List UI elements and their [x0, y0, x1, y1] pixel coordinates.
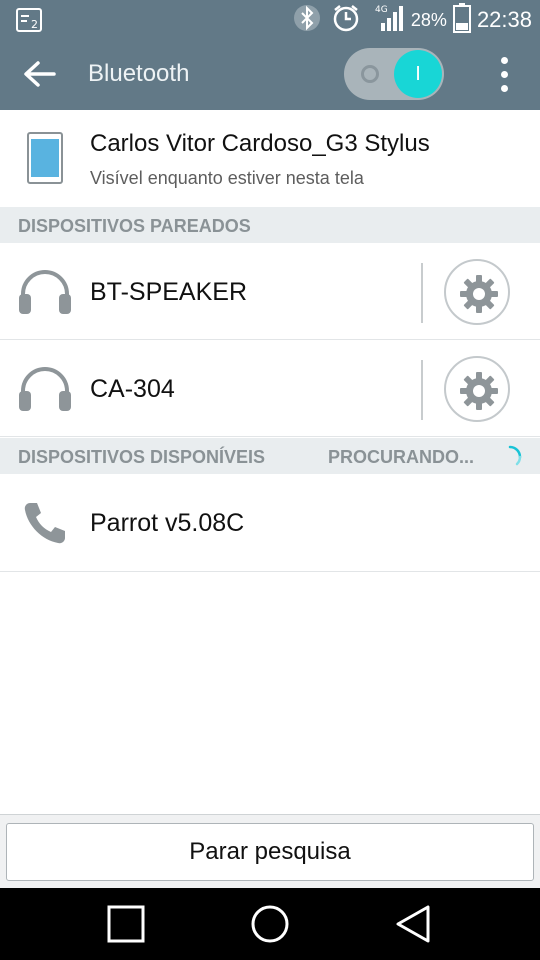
- paired-device-row[interactable]: CA-304: [0, 340, 540, 437]
- device-label: Parrot v5.08C: [90, 509, 245, 537]
- dot-icon: [501, 85, 508, 92]
- page-title: Bluetooth: [88, 60, 190, 87]
- clock: 22:38: [476, 7, 532, 32]
- paired-device-row[interactable]: BT-SPEAKER: [0, 243, 540, 340]
- scanning-status: PROCURANDO...: [328, 447, 475, 467]
- bluetooth-toggle[interactable]: I: [344, 48, 444, 100]
- row-divider: [421, 360, 423, 420]
- device-visibility: Visível enquanto estiver nesta tela: [90, 168, 364, 188]
- circle-icon: [251, 905, 289, 943]
- back-button[interactable]: [18, 53, 62, 97]
- headphones-icon: [17, 268, 73, 316]
- available-device-row[interactable]: Parrot v5.08C: [0, 474, 540, 572]
- smartphone-icon: [27, 132, 63, 184]
- row-divider: [421, 263, 423, 323]
- headphones-icon: [17, 365, 73, 413]
- device-label: CA-304: [90, 375, 175, 403]
- toggle-on-indicator: I: [394, 50, 442, 98]
- device-settings-button[interactable]: [444, 356, 510, 422]
- phone-call-icon: [22, 500, 68, 546]
- gear-icon: [460, 372, 498, 410]
- app-bar: Bluetooth I: [0, 40, 540, 110]
- svg-text:2: 2: [31, 18, 38, 31]
- status-bar: 2 4G 28% 22:38: [0, 0, 540, 40]
- device-label: BT-SPEAKER: [90, 278, 247, 306]
- overflow-menu-button[interactable]: [490, 54, 520, 96]
- dot-icon: [501, 57, 508, 64]
- stop-search-button[interactable]: Parar pesquisa: [6, 823, 534, 881]
- toggle-off-indicator: [361, 65, 379, 83]
- square-icon: [107, 905, 145, 943]
- dot-icon: [501, 71, 508, 78]
- available-devices-label: DISPOSITIVOS DISPONÍVEIS: [18, 447, 266, 467]
- home-button[interactable]: [248, 902, 292, 946]
- arrow-left-icon: [24, 61, 56, 87]
- bluetooth-icon: [293, 4, 321, 37]
- signal-icon: 4G: [375, 3, 407, 38]
- loading-spinner-icon: [498, 445, 522, 469]
- notification-icon: 2: [16, 8, 42, 37]
- back-nav-button[interactable]: [392, 902, 436, 946]
- available-devices-header: DISPOSITIVOS DISPONÍVEIS PROCURANDO...: [0, 438, 540, 474]
- battery-icon: [452, 2, 471, 38]
- recent-apps-button[interactable]: [104, 902, 148, 946]
- this-device-row[interactable]: Carlos Vitor Cardoso_G3 Stylus Visível e…: [0, 110, 540, 207]
- gear-icon: [460, 275, 498, 313]
- paired-devices-header: DISPOSITIVOS PAREADOS: [0, 207, 540, 243]
- bottom-action-bar: Parar pesquisa: [0, 814, 540, 888]
- navigation-bar: [0, 888, 540, 960]
- alarm-icon: [331, 3, 361, 38]
- paired-devices-label: DISPOSITIVOS PAREADOS: [18, 216, 251, 236]
- svg-text:4G: 4G: [375, 5, 388, 15]
- device-settings-button[interactable]: [444, 259, 510, 325]
- device-name: Carlos Vitor Cardoso_G3 Stylus: [90, 130, 430, 157]
- triangle-back-icon: [396, 905, 430, 943]
- battery-percent: 28%: [410, 9, 447, 30]
